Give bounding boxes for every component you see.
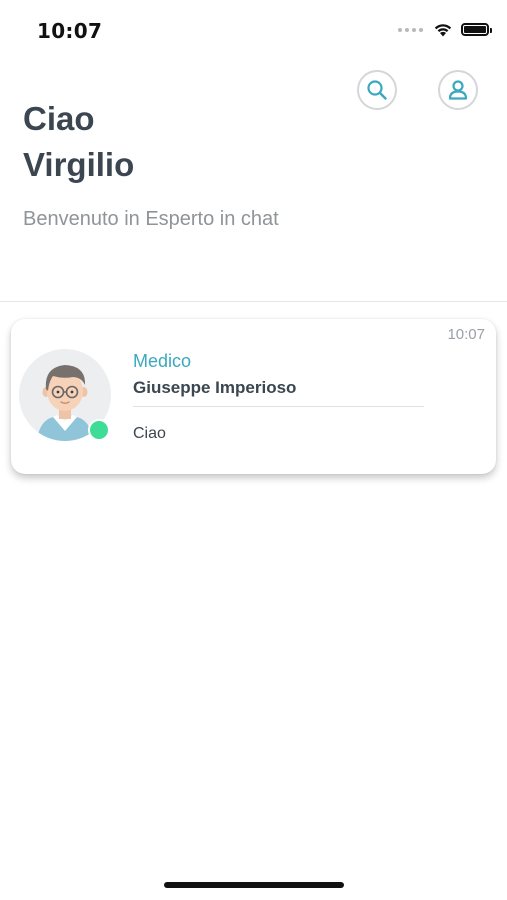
chat-divider [133,406,424,407]
profile-button[interactable] [438,70,478,110]
battery-icon [461,23,492,36]
chat-time: 10:07 [447,326,485,343]
home-indicator[interactable] [164,882,344,888]
online-status-indicator [88,419,110,441]
greeting-line-1: Ciao [23,100,95,137]
chat-contact-name: Giuseppe Imperioso [133,378,297,397]
status-icons [398,22,492,37]
screen: 10:07 Ciao Virgilio Benvenuto in Esperto… [0,0,507,900]
signal-icon [398,27,423,32]
status-time: 10:07 [37,19,103,43]
search-button[interactable] [357,70,397,110]
wifi-icon [434,24,452,37]
search-icon [367,80,387,100]
header-divider [0,301,507,302]
chat-last-message: Ciao [133,425,166,442]
chat-contact-role: Medico [133,351,192,371]
status-bar: 10:07 [0,0,507,60]
chat-list-item[interactable]: 10:07 Medico Giuseppe Imperioso Ciao [11,319,496,474]
profile-icon [448,80,468,100]
greeting-user-name: Virgilio [23,146,135,183]
greeting: Ciao Virgilio [23,96,134,188]
welcome-subtitle: Benvenuto in Esperto in chat [23,208,279,230]
